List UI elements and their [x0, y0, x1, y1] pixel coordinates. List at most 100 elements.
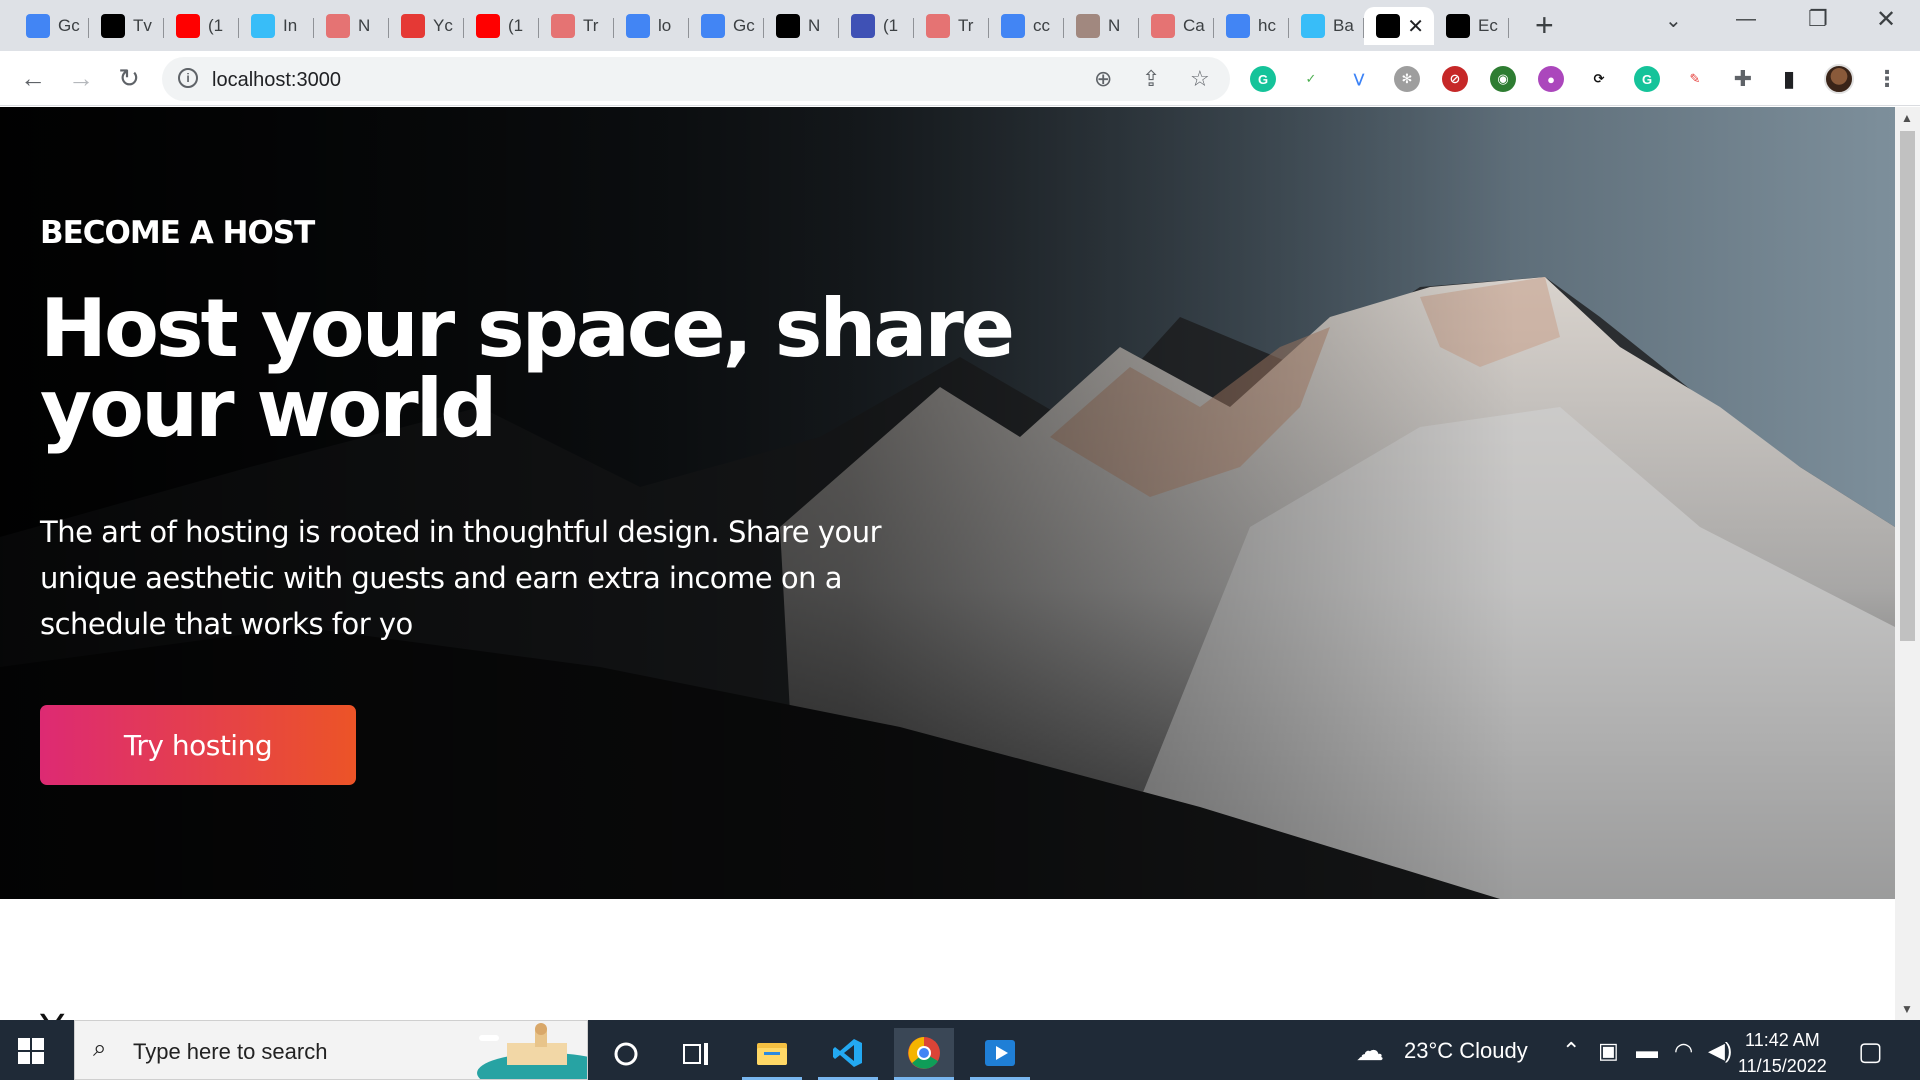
search-icon: ⌕	[93, 1035, 107, 1062]
tab[interactable]: hc	[1214, 7, 1289, 45]
youtube-icon	[476, 14, 500, 38]
tab[interactable]: (1	[164, 7, 239, 45]
tab[interactable]: Tr	[914, 7, 989, 45]
settings-extension-icon[interactable]: ✻	[1394, 66, 1420, 92]
tab[interactable]: Ec	[1434, 7, 1509, 45]
tab-title: Gc	[58, 16, 80, 35]
clock-date: 11/15/2022	[1738, 1056, 1827, 1076]
tab[interactable]: Ca	[1139, 7, 1214, 45]
tab[interactable]: Gc	[14, 7, 89, 45]
atom-icon	[1076, 14, 1100, 38]
close-tab-icon[interactable]: ✕	[1407, 14, 1424, 39]
page-scrollbar[interactable]: ▲ ▼	[1895, 107, 1920, 1020]
tab-list: Gc Tv (1 In N Yc (1 Tr lo Gc N (1 Tr cc N Ca hc Ba ✕ Ec	[14, 7, 1509, 45]
tab[interactable]: Tv	[89, 7, 164, 45]
tab[interactable]: Gc	[689, 7, 764, 45]
tab-title: Gc	[733, 16, 755, 35]
cortana-icon[interactable]	[596, 1028, 656, 1080]
hero-eyebrow: BECOME A HOST	[40, 215, 315, 251]
google-icon	[1226, 14, 1250, 38]
tab[interactable]: cc	[989, 7, 1064, 45]
bookmark-star-icon[interactable]: ☆	[1190, 66, 1210, 92]
show-hidden-icons-chevron-icon[interactable]: ⌃	[1562, 1038, 1580, 1064]
extensions-puzzle-icon[interactable]: ✚	[1730, 66, 1756, 92]
grammarly-extension-icon[interactable]: G	[1250, 66, 1276, 92]
hero-content: BECOME A HOST Host your space, share you…	[40, 215, 1040, 785]
tab[interactable]: Yc	[389, 7, 464, 45]
weather-text[interactable]: 23°C Cloudy	[1404, 1038, 1528, 1064]
url-text[interactable]: localhost:3000	[212, 69, 341, 92]
dev-icon	[101, 14, 125, 38]
zoom-icon[interactable]: ⊕	[1094, 66, 1112, 92]
next-section-heading-partial: Y	[40, 1007, 64, 1020]
device-icon[interactable]: ▣	[1598, 1038, 1619, 1064]
taskbar-search-box[interactable]: ⌕ Type here to search	[74, 1020, 588, 1080]
tab[interactable]: N	[314, 7, 389, 45]
tab-title: N	[808, 16, 821, 35]
triangle-icon	[1376, 14, 1400, 38]
tab-title: hc	[1258, 16, 1276, 35]
file-explorer-icon[interactable]	[742, 1028, 802, 1080]
notification-center-icon[interactable]: ▢	[1858, 1036, 1883, 1067]
side-panel-icon[interactable]: ▮	[1776, 66, 1802, 92]
spellcheck-extension-icon[interactable]: ✓	[1298, 66, 1324, 92]
tab[interactable]: In	[239, 7, 314, 45]
wifi-icon[interactable]: ◠	[1674, 1038, 1693, 1064]
try-hosting-button[interactable]: Try hosting	[40, 705, 356, 785]
tab[interactable]: N	[1064, 7, 1139, 45]
vscode-icon[interactable]	[818, 1028, 878, 1080]
reload-button[interactable]: ↻	[112, 61, 146, 95]
scroll-up-arrow-icon[interactable]: ▲	[1901, 111, 1913, 125]
tab[interactable]: Tr	[539, 7, 614, 45]
new-tab-button[interactable]: +	[1535, 9, 1554, 41]
scroll-down-arrow-icon[interactable]: ▼	[1901, 1002, 1913, 1016]
tab-title: (1	[508, 16, 524, 35]
share-icon[interactable]: ⇪	[1142, 66, 1160, 92]
back-button[interactable]: ←	[16, 61, 50, 95]
calendar-15-icon	[701, 14, 725, 38]
media-player-icon[interactable]	[970, 1028, 1030, 1080]
search-highlight-illustration	[477, 1023, 587, 1079]
pocket-extension-icon[interactable]: ⋁	[1346, 66, 1372, 92]
tab-title: (1	[208, 16, 224, 35]
adblock-extension-icon[interactable]: ⊘	[1442, 66, 1468, 92]
tab[interactable]: N	[764, 7, 839, 45]
sync-extension-icon[interactable]: ⟳	[1586, 66, 1612, 92]
tab-title: cc	[1033, 16, 1050, 35]
restore-button[interactable]: ❐	[1808, 6, 1828, 32]
close-window-button[interactable]: ✕	[1876, 5, 1896, 34]
address-bar[interactable]: i localhost:3000 ⊕ ⇪ ☆	[162, 57, 1230, 101]
tab-title: lo	[658, 16, 672, 35]
grammarly-go-extension-icon[interactable]: G	[1634, 66, 1660, 92]
windows-start-button[interactable]	[18, 1038, 44, 1064]
volume-icon[interactable]: ◀)	[1708, 1038, 1732, 1064]
android-extension-icon[interactable]: ◉	[1490, 66, 1516, 92]
battery-icon[interactable]: ▬	[1636, 1038, 1658, 1064]
docs-icon	[1001, 14, 1025, 38]
task-view-icon[interactable]	[666, 1028, 726, 1080]
scrollbar-thumb[interactable]	[1900, 131, 1915, 641]
forward-button[interactable]: →	[64, 61, 98, 95]
weather-cloud-icon[interactable]: ☁	[1356, 1034, 1384, 1067]
minimize-button[interactable]: —	[1736, 8, 1756, 31]
openai-icon	[551, 14, 575, 38]
notification-icon	[851, 14, 875, 38]
tab-search-icon[interactable]: ⌄	[1665, 8, 1682, 33]
tab[interactable]: Ba	[1289, 7, 1364, 45]
openai-icon	[926, 14, 950, 38]
tab[interactable]: (1	[464, 7, 539, 45]
wave-icon	[251, 14, 275, 38]
hero-section: BECOME A HOST Host your space, share you…	[0, 107, 1895, 899]
chrome-icon[interactable]	[894, 1028, 954, 1080]
menu-kebab-icon[interactable]: ⋮	[1874, 66, 1900, 92]
site-info-icon[interactable]: i	[178, 68, 198, 88]
tab-title: Ec	[1478, 16, 1498, 35]
color-picker-extension-icon[interactable]: ✎	[1682, 66, 1708, 92]
page-viewport: BECOME A HOST Host your space, share you…	[0, 107, 1895, 1020]
system-clock[interactable]: 11:42 AM 11/15/2022	[1738, 1027, 1827, 1079]
tab[interactable]: lo	[614, 7, 689, 45]
purple-extension-icon[interactable]: ●	[1538, 66, 1564, 92]
profile-avatar[interactable]	[1824, 64, 1854, 94]
tab[interactable]: (1	[839, 7, 914, 45]
tab-active[interactable]: ✕	[1364, 7, 1434, 45]
